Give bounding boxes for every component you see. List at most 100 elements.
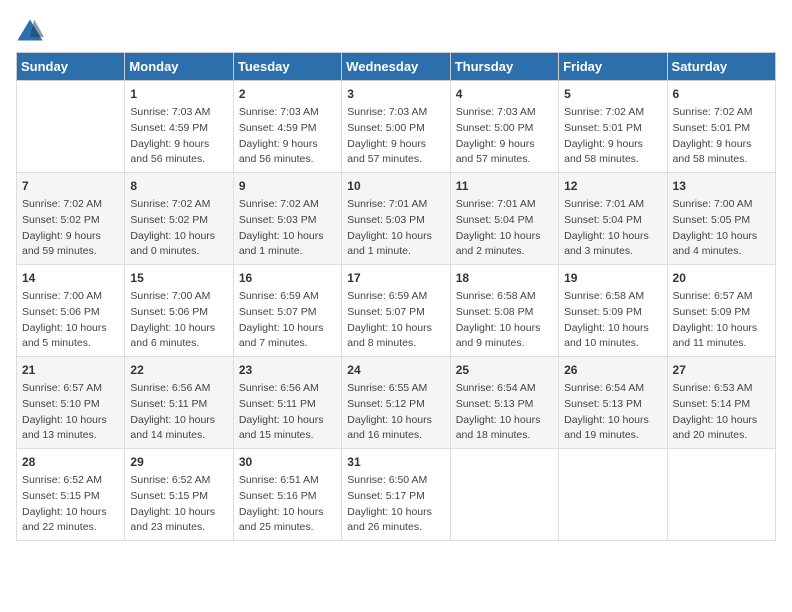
calendar-cell: 10 Sunrise: 7:01 AMSunset: 5:03 PMDayligh…: [342, 173, 450, 265]
day-info: Sunrise: 6:54 AMSunset: 5:13 PMDaylight:…: [456, 381, 553, 444]
day-number: 15: [130, 269, 227, 287]
day-info: Sunrise: 7:00 AMSunset: 5:06 PMDaylight:…: [22, 289, 119, 352]
calendar-cell: 16 Sunrise: 6:59 AMSunset: 5:07 PMDayligh…: [233, 265, 341, 357]
day-number: 18: [456, 269, 553, 287]
day-number: 19: [564, 269, 661, 287]
day-number: 7: [22, 177, 119, 195]
day-number: 28: [22, 453, 119, 471]
day-info: Sunrise: 6:52 AMSunset: 5:15 PMDaylight:…: [130, 473, 227, 536]
day-info: Sunrise: 7:01 AMSunset: 5:04 PMDaylight:…: [564, 197, 661, 260]
day-info: Sunrise: 7:03 AMSunset: 4:59 PMDaylight:…: [239, 105, 336, 168]
calendar-cell: 20Sunrise: 6:57 AMSunset: 5:09 PMDayligh…: [667, 265, 775, 357]
calendar-cell: [17, 81, 125, 173]
day-info: Sunrise: 6:51 AMSunset: 5:16 PMDaylight:…: [239, 473, 336, 536]
day-info: Sunrise: 7:03 AMSunset: 5:00 PMDaylight:…: [456, 105, 553, 168]
logo: [16, 16, 48, 44]
day-number: 17: [347, 269, 444, 287]
calendar-cell: 27Sunrise: 6:53 AMSunset: 5:14 PMDayligh…: [667, 357, 775, 449]
calendar-cell: 17Sunrise: 6:59 AMSunset: 5:07 PMDayligh…: [342, 265, 450, 357]
day-number: 31: [347, 453, 444, 471]
header-thursday: Thursday: [450, 53, 558, 81]
day-info: Sunrise: 6:57 AMSunset: 5:10 PMDaylight:…: [22, 381, 119, 444]
calendar-cell: 14 Sunrise: 7:00 AMSunset: 5:06 PMDayligh…: [17, 265, 125, 357]
calendar-cell: 19 Sunrise: 6:58 AMSunset: 5:09 PMDayligh…: [559, 265, 667, 357]
day-info: Sunrise: 7:01 AMSunset: 5:04 PMDaylight:…: [456, 197, 553, 260]
day-info: Sunrise: 6:55 AMSunset: 5:12 PMDaylight:…: [347, 381, 444, 444]
day-number: 30: [239, 453, 336, 471]
day-info: Sunrise: 6:59 AMSunset: 5:07 PMDaylight:…: [239, 289, 336, 352]
day-number: 3: [347, 85, 444, 103]
calendar-cell: 29 Sunrise: 6:52 AMSunset: 5:15 PMDayligh…: [125, 449, 233, 541]
calendar-cell: 8 Sunrise: 7:02 AMSunset: 5:02 PMDaylight…: [125, 173, 233, 265]
calendar-cell: 3 Sunrise: 7:03 AMSunset: 5:00 PMDaylight…: [342, 81, 450, 173]
day-number: 13: [673, 177, 770, 195]
calendar-header-row: SundayMondayTuesdayWednesdayThursdayFrid…: [17, 53, 776, 81]
day-number: 9: [239, 177, 336, 195]
calendar-week-row: 21 Sunrise: 6:57 AMSunset: 5:10 PMDayligh…: [17, 357, 776, 449]
day-info: Sunrise: 6:56 AMSunset: 5:11 PMDaylight:…: [239, 381, 336, 444]
day-number: 26: [564, 361, 661, 379]
day-info: Sunrise: 7:03 AMSunset: 5:00 PMDaylight:…: [347, 105, 444, 168]
day-info: Sunrise: 7:00 AMSunset: 5:05 PMDaylight:…: [673, 197, 770, 260]
day-info: Sunrise: 6:53 AMSunset: 5:14 PMDaylight:…: [673, 381, 770, 444]
calendar-cell: 30 Sunrise: 6:51 AMSunset: 5:16 PMDayligh…: [233, 449, 341, 541]
page-header: [16, 16, 776, 44]
calendar-cell: 2 Sunrise: 7:03 AMSunset: 4:59 PMDaylight…: [233, 81, 341, 173]
header-saturday: Saturday: [667, 53, 775, 81]
day-number: 12: [564, 177, 661, 195]
day-info: Sunrise: 7:02 AMSunset: 5:01 PMDaylight:…: [673, 105, 770, 168]
header-wednesday: Wednesday: [342, 53, 450, 81]
day-info: Sunrise: 6:58 AMSunset: 5:08 PMDaylight:…: [456, 289, 553, 352]
calendar-cell: 7 Sunrise: 7:02 AMSunset: 5:02 PMDaylight…: [17, 173, 125, 265]
day-info: Sunrise: 6:52 AMSunset: 5:15 PMDaylight:…: [22, 473, 119, 536]
header-tuesday: Tuesday: [233, 53, 341, 81]
calendar-cell: 22Sunrise: 6:56 AMSunset: 5:11 PMDayligh…: [125, 357, 233, 449]
calendar-cell: 9 Sunrise: 7:02 AMSunset: 5:03 PMDaylight…: [233, 173, 341, 265]
day-number: 24: [347, 361, 444, 379]
day-number: 10: [347, 177, 444, 195]
day-info: Sunrise: 7:01 AMSunset: 5:03 PMDaylight:…: [347, 197, 444, 260]
day-number: 8: [130, 177, 227, 195]
day-info: Sunrise: 6:50 AMSunset: 5:17 PMDaylight:…: [347, 473, 444, 536]
calendar-table: SundayMondayTuesdayWednesdayThursdayFrid…: [16, 52, 776, 541]
calendar-cell: 25 Sunrise: 6:54 AMSunset: 5:13 PMDayligh…: [450, 357, 558, 449]
calendar-cell: 23 Sunrise: 6:56 AMSunset: 5:11 PMDayligh…: [233, 357, 341, 449]
day-number: 29: [130, 453, 227, 471]
day-number: 25: [456, 361, 553, 379]
day-info: Sunrise: 7:02 AMSunset: 5:01 PMDaylight:…: [564, 105, 661, 168]
day-number: 23: [239, 361, 336, 379]
day-number: 4: [456, 85, 553, 103]
day-number: 14: [22, 269, 119, 287]
calendar-cell: 21 Sunrise: 6:57 AMSunset: 5:10 PMDayligh…: [17, 357, 125, 449]
calendar-cell: 11 Sunrise: 7:01 AMSunset: 5:04 PMDayligh…: [450, 173, 558, 265]
calendar-cell: 13 Sunrise: 7:00 AMSunset: 5:05 PMDayligh…: [667, 173, 775, 265]
day-info: Sunrise: 7:00 AMSunset: 5:06 PMDaylight:…: [130, 289, 227, 352]
day-number: 1: [130, 85, 227, 103]
calendar-week-row: 14 Sunrise: 7:00 AMSunset: 5:06 PMDayligh…: [17, 265, 776, 357]
calendar-cell: 28 Sunrise: 6:52 AMSunset: 5:15 PMDayligh…: [17, 449, 125, 541]
day-info: Sunrise: 7:03 AMSunset: 4:59 PMDaylight:…: [130, 105, 227, 168]
day-info: Sunrise: 6:54 AMSunset: 5:13 PMDaylight:…: [564, 381, 661, 444]
calendar-cell: 4 Sunrise: 7:03 AMSunset: 5:00 PMDaylight…: [450, 81, 558, 173]
calendar-week-row: 7 Sunrise: 7:02 AMSunset: 5:02 PMDaylight…: [17, 173, 776, 265]
day-number: 16: [239, 269, 336, 287]
calendar-cell: [559, 449, 667, 541]
calendar-cell: 15 Sunrise: 7:00 AMSunset: 5:06 PMDayligh…: [125, 265, 233, 357]
day-info: Sunrise: 7:02 AMSunset: 5:03 PMDaylight:…: [239, 197, 336, 260]
calendar-cell: [450, 449, 558, 541]
day-number: 11: [456, 177, 553, 195]
day-number: 21: [22, 361, 119, 379]
calendar-cell: 18 Sunrise: 6:58 AMSunset: 5:08 PMDayligh…: [450, 265, 558, 357]
calendar-cell: 6 Sunrise: 7:02 AMSunset: 5:01 PMDaylight…: [667, 81, 775, 173]
day-info: Sunrise: 7:02 AMSunset: 5:02 PMDaylight:…: [22, 197, 119, 260]
day-number: 5: [564, 85, 661, 103]
calendar-cell: [667, 449, 775, 541]
header-friday: Friday: [559, 53, 667, 81]
day-info: Sunrise: 7:02 AMSunset: 5:02 PMDaylight:…: [130, 197, 227, 260]
day-info: Sunrise: 6:56 AMSunset: 5:11 PMDaylight:…: [130, 381, 227, 444]
day-number: 2: [239, 85, 336, 103]
calendar-week-row: 1 Sunrise: 7:03 AMSunset: 4:59 PMDaylight…: [17, 81, 776, 173]
day-number: 6: [673, 85, 770, 103]
day-info: Sunrise: 6:58 AMSunset: 5:09 PMDaylight:…: [564, 289, 661, 352]
header-sunday: Sunday: [17, 53, 125, 81]
